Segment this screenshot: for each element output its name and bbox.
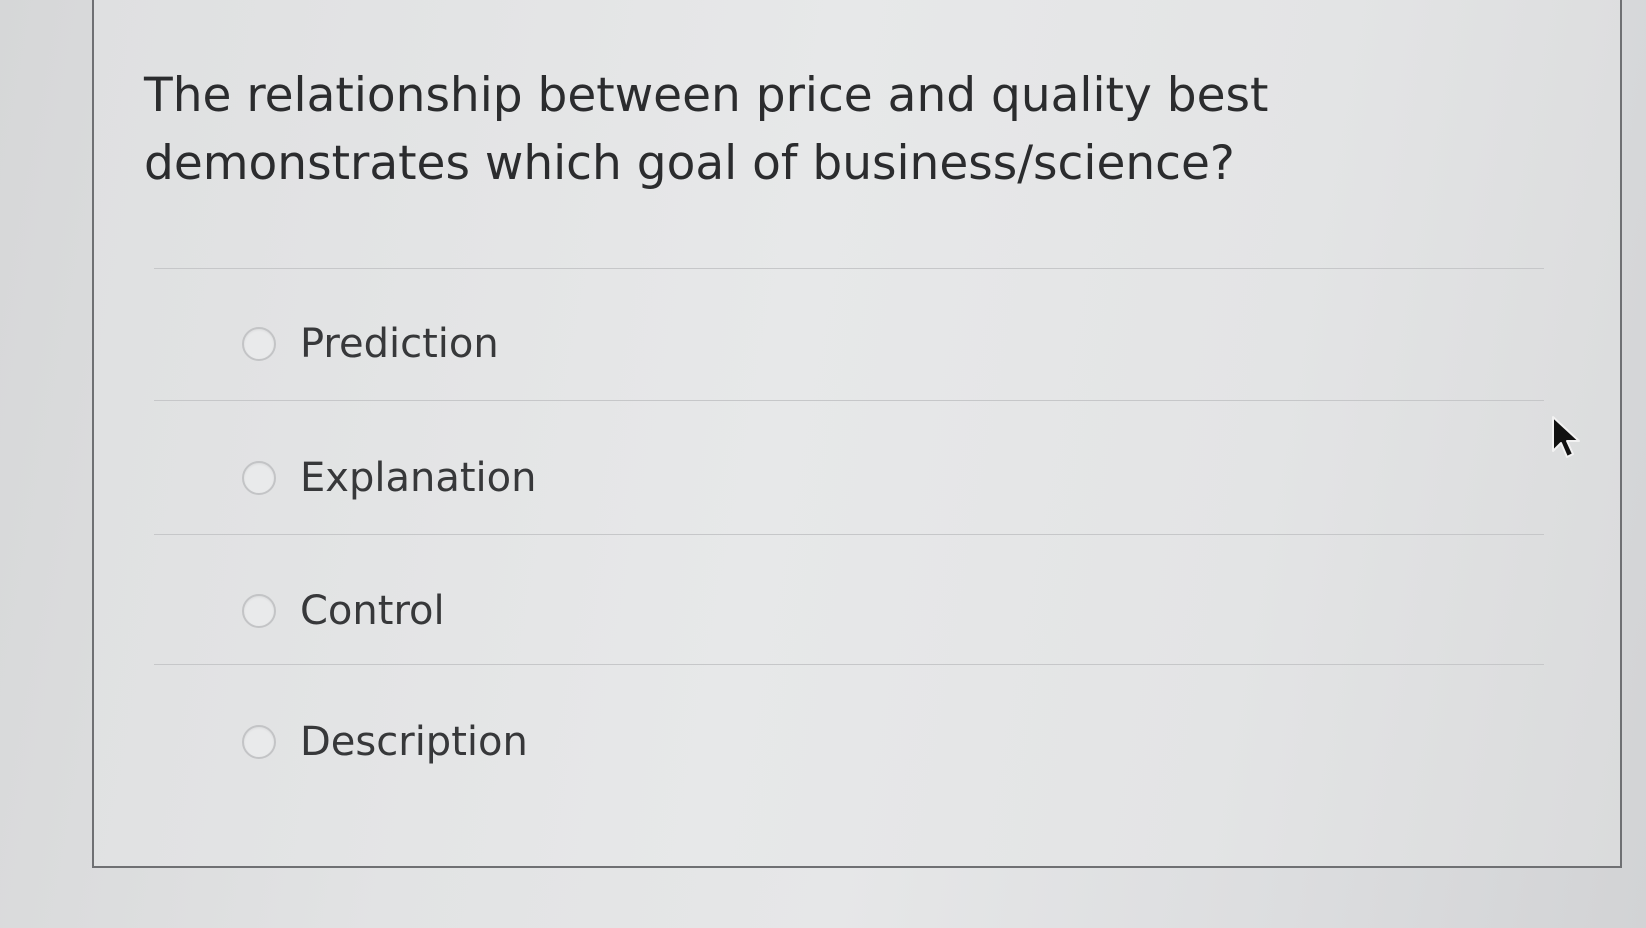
screen-background: The relationship between price and quali…: [0, 0, 1646, 928]
divider: [154, 534, 1544, 535]
answer-label: Prediction: [300, 321, 499, 367]
radio-icon[interactable]: [242, 725, 276, 759]
answer-option-prediction[interactable]: Prediction: [242, 314, 499, 374]
divider: [154, 400, 1544, 401]
divider: [154, 268, 1544, 269]
answer-label: Explanation: [300, 455, 537, 501]
question-card: The relationship between price and quali…: [92, 0, 1622, 868]
answer-label: Description: [300, 719, 528, 765]
radio-icon[interactable]: [242, 461, 276, 495]
answer-option-explanation[interactable]: Explanation: [242, 448, 536, 508]
radio-icon[interactable]: [242, 594, 276, 628]
mouse-pointer-icon: [1552, 416, 1580, 458]
answer-option-control[interactable]: Control: [242, 581, 445, 641]
answer-option-description[interactable]: Description: [242, 712, 528, 772]
radio-icon[interactable]: [242, 327, 276, 361]
question-text: The relationship between price and quali…: [144, 68, 1269, 191]
divider: [154, 664, 1544, 665]
answer-label: Control: [300, 588, 445, 634]
